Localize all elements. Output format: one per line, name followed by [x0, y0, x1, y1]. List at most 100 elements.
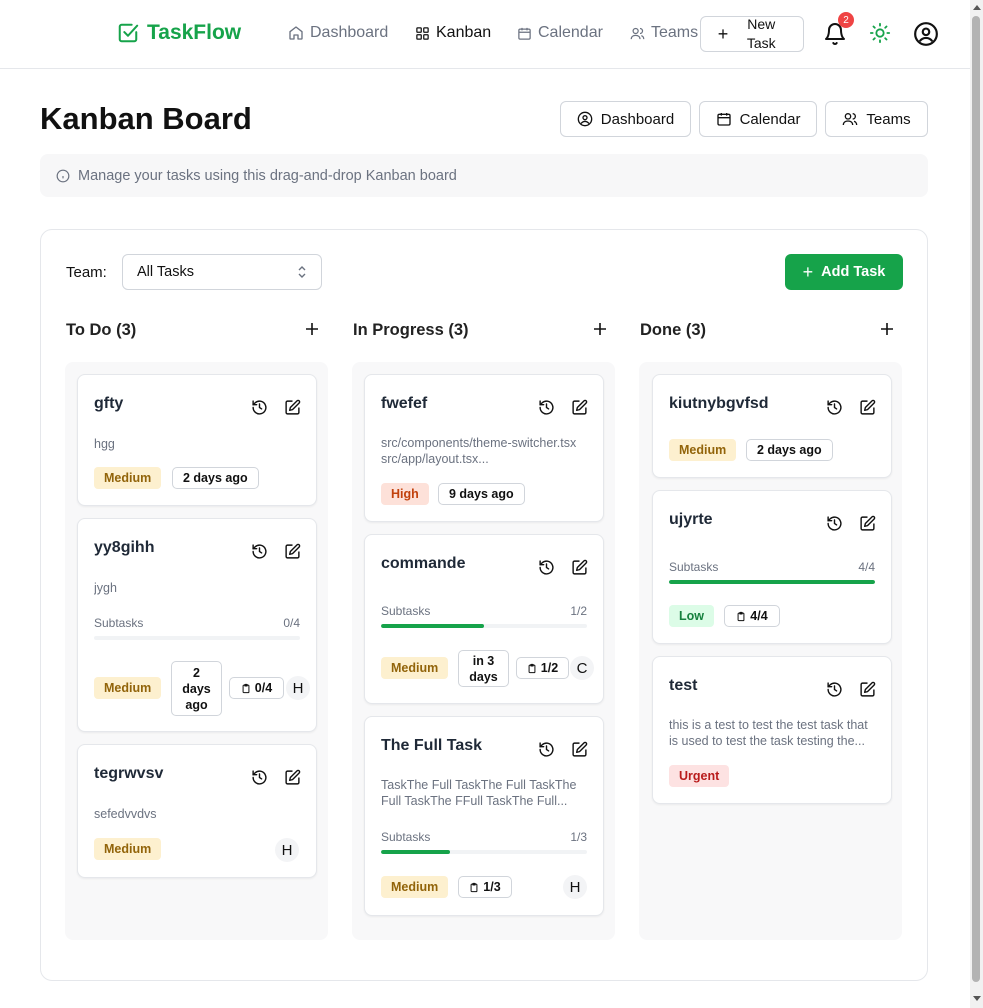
add-card-todo-icon[interactable]	[304, 321, 320, 337]
task-card[interactable]: yy8gihh jygh Subtasks 0/4 Medium 2 days …	[77, 518, 317, 732]
date-chip: 2 days ago	[172, 467, 259, 489]
info-text: Manage your tasks using this drag-and-dr…	[78, 167, 457, 184]
task-card[interactable]: commande Subtasks 1/2 Medium in 3 days 1…	[364, 534, 604, 704]
priority-badge: Medium	[94, 467, 162, 489]
task-description: hgg	[94, 437, 115, 451]
edit-icon[interactable]	[571, 741, 588, 758]
subtasks-count: 1/3	[570, 830, 587, 844]
clipboard-icon	[528, 663, 536, 673]
history-icon[interactable]	[251, 399, 268, 416]
nav-kanban[interactable]: Kanban	[415, 24, 491, 42]
task-card[interactable]: The Full Task TaskThe Full TaskThe Full …	[364, 716, 604, 916]
history-icon[interactable]	[826, 515, 843, 532]
brand-name: TaskFlow	[147, 21, 242, 44]
priority-badge: Medium	[669, 439, 737, 461]
subtasks-count: 4/4	[858, 560, 875, 574]
calendar-icon	[716, 113, 731, 126]
header-dashboard-label: Dashboard	[600, 110, 675, 128]
task-title: The Full Task	[381, 737, 483, 754]
subtask-progress-bar	[94, 636, 300, 640]
sun-icon	[869, 22, 891, 44]
edit-icon[interactable]	[859, 681, 876, 698]
user-circle-icon	[577, 111, 593, 127]
header-calendar-button[interactable]: Calendar	[699, 101, 817, 137]
team-select-value: All Tasks	[137, 264, 194, 280]
task-title: test	[669, 677, 698, 694]
user-menu[interactable]	[913, 21, 939, 52]
task-title: tegrwvsv	[94, 765, 164, 782]
subtask-progress-fill	[381, 624, 484, 628]
team-select[interactable]: All Tasks	[122, 254, 322, 290]
subtasks-count: 1/2	[570, 604, 587, 618]
new-task-label: New Task	[746, 16, 776, 51]
history-icon[interactable]	[826, 681, 843, 698]
scroll-down-arrow[interactable]	[973, 996, 981, 1001]
edit-icon[interactable]	[571, 399, 588, 416]
plus-icon: +	[802, 262, 814, 282]
scroll-up-arrow[interactable]	[973, 5, 981, 10]
theme-toggle[interactable]	[869, 22, 891, 49]
task-description: this is a test to test the test task tha…	[669, 718, 868, 748]
date-chip: 2 days ago	[171, 661, 222, 716]
subtask-progress-bar	[381, 624, 587, 628]
users-icon	[630, 27, 645, 39]
task-card[interactable]: fwefef src/components/theme-switcher.tsx…	[364, 374, 604, 522]
header-calendar-label: Calendar	[739, 110, 801, 128]
priority-badge: High	[381, 483, 429, 505]
edit-icon[interactable]	[571, 559, 588, 576]
header-teams-button[interactable]: Teams	[825, 101, 928, 137]
history-icon[interactable]	[538, 741, 555, 758]
nav-dashboard[interactable]: Dashboard	[288, 24, 388, 42]
priority-badge: Medium	[94, 838, 162, 860]
nav-teams-label: Teams	[651, 24, 699, 41]
add-card-done-icon[interactable]	[879, 321, 895, 337]
task-card[interactable]: test this is a test to test the test tas…	[652, 656, 892, 804]
add-card-in-progress-icon[interactable]	[592, 321, 608, 337]
nav-calendar[interactable]: Calendar	[517, 24, 603, 42]
avatar: H	[275, 838, 299, 862]
edit-icon[interactable]	[284, 769, 301, 786]
avatar: C	[570, 656, 594, 680]
task-title: yy8gihh	[94, 539, 155, 556]
task-description: sefedvvdvs	[94, 807, 157, 821]
header-dashboard-button[interactable]: Dashboard	[560, 101, 691, 137]
priority-badge: Medium	[381, 876, 449, 898]
task-description: src/components/theme-switcher.tsx src/ap…	[381, 436, 577, 466]
brand[interactable]: TaskFlow	[117, 21, 241, 45]
edit-icon[interactable]	[284, 399, 301, 416]
task-card[interactable]: tegrwvsv sefedvvdvs Medium H	[77, 744, 317, 878]
scroll-thumb[interactable]	[972, 16, 980, 982]
task-description: TaskThe Full TaskThe Full TaskThe Full T…	[381, 778, 577, 808]
users-icon	[843, 113, 858, 126]
edit-icon[interactable]	[859, 399, 876, 416]
scrollbar[interactable]	[970, 0, 983, 1008]
notification-badge: 2	[838, 12, 854, 28]
calendar-icon	[518, 27, 531, 40]
subtasks-label: Subtasks	[669, 560, 719, 574]
avatar: H	[563, 875, 587, 899]
task-card[interactable]: ujyrte Subtasks 4/4 Low 4/4	[652, 490, 892, 644]
task-card[interactable]: gfty hgg Medium 2 days ago	[77, 374, 317, 506]
edit-icon[interactable]	[859, 515, 876, 532]
history-icon[interactable]	[538, 559, 555, 576]
history-icon[interactable]	[538, 399, 555, 416]
new-task-button[interactable]: + New Task	[700, 16, 804, 52]
priority-badge: Low	[669, 605, 714, 627]
subtask-chip-count: 4/4	[750, 609, 768, 623]
task-card[interactable]: kiutnybgvfsd Medium 2 days ago	[652, 374, 892, 478]
clipboard-icon	[737, 611, 745, 621]
history-icon[interactable]	[251, 543, 268, 560]
edit-icon[interactable]	[284, 543, 301, 560]
plus-icon: +	[717, 24, 729, 44]
subtask-chip: 4/4	[724, 605, 780, 627]
history-icon[interactable]	[251, 769, 268, 786]
page-title: Kanban Board	[40, 101, 252, 136]
nav-teams[interactable]: Teams	[630, 24, 698, 42]
subtask-chip-count: 1/3	[483, 880, 501, 894]
date-chip: 2 days ago	[746, 439, 833, 461]
history-icon[interactable]	[826, 399, 843, 416]
subtask-chip-count: 1/2	[540, 661, 559, 675]
add-task-button[interactable]: + Add Task	[785, 254, 903, 290]
nav-kanban-label: Kanban	[436, 24, 492, 41]
priority-badge: Medium	[381, 657, 449, 679]
